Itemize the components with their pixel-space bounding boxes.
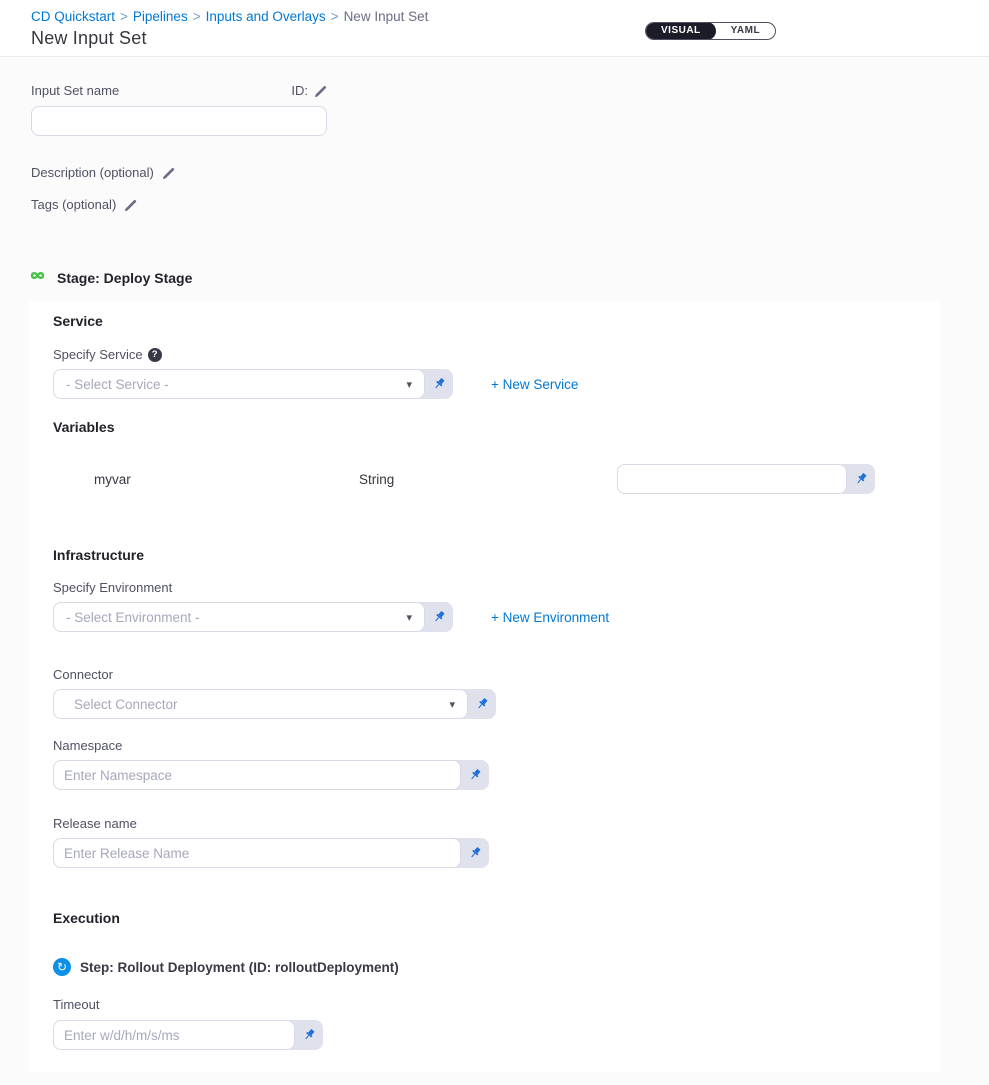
pin-runtime-input-icon[interactable] [461,838,489,868]
breadcrumb-separator: > [193,9,201,24]
service-heading: Service [53,313,917,329]
edit-description-icon[interactable] [162,167,175,180]
pin-runtime-input-icon[interactable] [425,602,453,632]
stage-inputs-card: Service Specify Service ? - Select Servi… [29,301,941,1072]
infrastructure-heading: Infrastructure [53,547,917,563]
specify-service-label: Specify Service ? [53,347,162,363]
release-name-input-group [53,838,489,868]
environment-select-group: - Select Environment - ▾ [53,602,453,632]
step-label: Step: Rollout Deployment (ID: rolloutDep… [80,960,399,975]
description-label: Description (optional) [31,165,154,181]
connector-select-group: Select Connector ▾ [53,689,496,719]
breadcrumb-link-inputsets[interactable]: Inputs and Overlays [206,9,326,24]
variable-row: myvar String [53,464,917,494]
variables-heading: Variables [53,419,917,435]
variable-type: String [359,472,617,487]
pin-runtime-input-icon[interactable] [847,464,875,494]
chevron-down-icon: ▾ [406,611,412,624]
timeout-field[interactable] [53,1020,295,1050]
breadcrumb: CD Quickstart > Pipelines > Inputs and Overl… [31,8,989,25]
id-label: ID: [291,83,308,99]
service-select[interactable]: - Select Service - ▾ [53,369,425,399]
timeout-label: Timeout [53,997,99,1013]
variable-name: myvar [94,472,359,487]
tags-label: Tags (optional) [31,197,116,213]
service-select-group: - Select Service - ▾ [53,369,453,399]
page-header: CD Quickstart > Pipelines > Inputs and Overl… [0,0,989,57]
namespace-label: Namespace [53,738,122,754]
input-set-meta-form: Input Set name ID: Description (optional… [0,57,989,213]
help-icon[interactable]: ? [148,348,162,362]
namespace-field[interactable] [53,760,461,790]
pin-runtime-input-icon[interactable] [468,689,496,719]
page-title: New Input Set [31,28,989,49]
edit-tags-icon[interactable] [124,199,137,212]
stage-header: Stage: Deploy Stage [27,268,989,288]
release-name-label: Release name [53,816,137,832]
specify-environment-label: Specify Environment [53,580,172,596]
connector-select[interactable]: Select Connector ▾ [53,689,468,719]
tab-yaml[interactable]: YAML [716,22,775,40]
new-environment-link[interactable]: + New Environment [491,610,609,625]
visual-yaml-toggle: VISUAL YAML [645,22,776,40]
pin-runtime-input-icon[interactable] [461,760,489,790]
breadcrumb-separator: > [331,9,339,24]
input-set-name-field[interactable] [31,106,327,136]
connector-label: Connector [53,667,113,683]
tab-visual[interactable]: VISUAL [646,22,716,40]
environment-select[interactable]: - Select Environment - ▾ [53,602,425,632]
edit-id-icon[interactable] [314,85,327,98]
namespace-input-group [53,760,489,790]
release-name-field[interactable] [53,838,461,868]
breadcrumb-link-pipelines[interactable]: Pipelines [133,9,188,24]
chevron-down-icon: ▾ [449,698,455,711]
input-set-name-label: Input Set name [31,83,119,99]
pin-runtime-input-icon[interactable] [425,369,453,399]
breadcrumb-current: New Input Set [344,9,429,24]
variable-value-field[interactable] [617,464,847,494]
rollout-step-icon: ↻ [53,958,71,976]
breadcrumb-separator: > [120,9,128,24]
stage-label: Stage: Deploy Stage [57,270,192,286]
breadcrumb-link-project[interactable]: CD Quickstart [31,9,115,24]
cd-stage-icon [27,268,48,288]
pin-runtime-input-icon[interactable] [295,1020,323,1050]
timeout-input-group [53,1020,323,1050]
execution-heading: Execution [53,910,917,926]
main-content: Input Set name ID: Description (optional… [0,57,989,1072]
variable-value-group [617,464,875,494]
step-header: ↻ Step: Rollout Deployment (ID: rolloutD… [53,958,917,976]
chevron-down-icon: ▾ [406,378,412,391]
new-service-link[interactable]: + New Service [491,377,578,392]
